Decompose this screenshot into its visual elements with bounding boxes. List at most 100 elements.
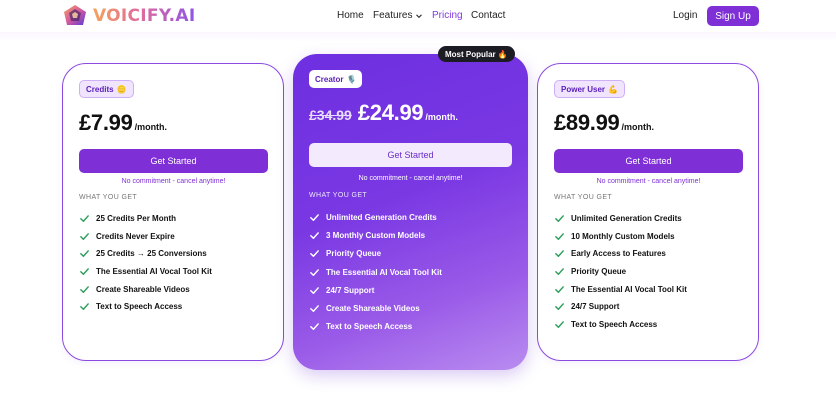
brand-name: VOICIFY.AI	[93, 6, 196, 26]
check-icon	[555, 268, 564, 276]
microphone-emoji: 🎙️	[346, 74, 357, 84]
plan-badge: Credits 🪙	[79, 80, 134, 98]
check-icon	[555, 303, 564, 311]
feature-item: 25 Credits → 25 Conversions	[79, 245, 212, 263]
feature-list: Unlimited Generation Credits 10 Monthly C…	[554, 210, 687, 333]
feature-label: Unlimited Generation Credits	[571, 214, 682, 224]
feature-item: 24/7 Support	[309, 281, 442, 299]
feature-item: 25 Credits Per Month	[79, 210, 212, 228]
feature-item: Priority Queue	[554, 263, 687, 281]
check-icon	[555, 233, 564, 240]
check-icon	[310, 323, 319, 331]
feature-label: The Essential AI Vocal Tool Kit	[96, 267, 212, 277]
nav-contact[interactable]: Contact	[471, 10, 505, 21]
price-row: £34.99 £24.99 /month.	[309, 100, 458, 126]
check-icon	[80, 268, 89, 276]
get-started-button[interactable]: Get Started	[309, 143, 512, 167]
nav-home[interactable]: Home	[337, 10, 364, 21]
feature-item: The Essential AI Vocal Tool Kit	[309, 263, 442, 281]
plan-badge: Power User 💪	[554, 80, 625, 98]
plan-period: /month.	[134, 122, 168, 132]
feature-item: The Essential AI Vocal Tool Kit	[554, 280, 687, 298]
chevron-down-icon	[416, 13, 423, 18]
feature-label: Text to Speech Access	[571, 319, 658, 329]
plan-badge: Creator 🎙️	[309, 70, 363, 88]
check-icon	[555, 285, 564, 293]
feature-list: 25 Credits Per Month Credits Never Expire…	[79, 210, 212, 316]
check-icon	[80, 215, 89, 223]
feature-item: Text to Speech Access	[79, 298, 212, 316]
check-icon	[310, 213, 319, 221]
plan-old-price: £34.99	[309, 107, 352, 123]
feature-label: The Essential AI Vocal Tool Kit	[326, 267, 442, 277]
features-heading: WHAT YOU GET	[554, 194, 613, 201]
plan-name: Credits	[86, 84, 114, 94]
plan-price: £24.99	[357, 100, 424, 125]
feature-item: 3 Monthly Custom Models	[309, 226, 442, 244]
header-divider	[0, 32, 836, 42]
plan-price: £89.99	[554, 110, 620, 135]
voicify-logo-icon	[64, 5, 86, 25]
feature-label: 3 Monthly Custom Models	[326, 230, 426, 240]
feature-label: Credits Never Expire	[96, 231, 175, 241]
feature-item: Text to Speech Access	[554, 316, 687, 334]
get-started-button[interactable]: Get Started	[79, 149, 268, 173]
feature-label: 25 Credits Per Month	[96, 214, 177, 224]
most-popular-label: Most Popular	[445, 49, 496, 59]
check-icon	[310, 305, 319, 313]
check-icon	[80, 285, 89, 293]
features-heading: WHAT YOU GET	[79, 194, 138, 201]
most-popular-badge: Most Popular 🔥	[438, 46, 515, 62]
get-started-button[interactable]: Get Started	[554, 149, 743, 173]
price-row: £7.99 /month.	[79, 110, 167, 136]
plan-period: /month.	[425, 112, 458, 122]
signup-button[interactable]: Sign Up	[707, 6, 759, 26]
check-icon	[555, 321, 564, 328]
no-commitment-note: No commitment - cancel anytime!	[596, 178, 701, 185]
site-header: VOICIFY.AI Home Features Pricing Contact…	[0, 0, 836, 36]
login-link[interactable]: Login	[673, 10, 697, 21]
price-row: £89.99 /month.	[554, 110, 654, 136]
feature-label: Create Shareable Videos	[326, 304, 420, 314]
feature-label: 24/7 Support	[326, 285, 375, 295]
feature-item: 24/7 Support	[554, 298, 687, 316]
check-icon	[80, 303, 89, 311]
feature-list: Unlimited Generation Credits 3 Monthly Cu…	[309, 208, 442, 336]
feature-label: 25 Credits → 25 Conversions	[96, 249, 207, 259]
brand-logo[interactable]: VOICIFY.AI	[63, 4, 196, 28]
feature-label: The Essential AI Vocal Tool Kit	[571, 284, 687, 294]
feature-item: Unlimited Generation Credits	[309, 208, 442, 226]
check-icon	[80, 250, 89, 258]
nav-features-label: Features	[373, 10, 413, 21]
no-commitment-note: No commitment - cancel anytime!	[358, 175, 463, 182]
feature-item: Unlimited Generation Credits	[554, 210, 687, 228]
feature-label: 24/7 Support	[571, 302, 620, 312]
feature-item: Text to Speech Access	[309, 318, 442, 336]
features-heading: WHAT YOU GET	[309, 192, 368, 199]
feature-item: Create Shareable Videos	[79, 280, 212, 298]
feature-label: Text to Speech Access	[96, 302, 183, 312]
feature-label: Create Shareable Videos	[96, 284, 190, 294]
flexed-biceps-emoji: 💪	[608, 84, 618, 94]
nav-pricing[interactable]: Pricing	[432, 10, 463, 21]
feature-item: Early Access to Features	[554, 245, 687, 263]
no-commitment-note: No commitment - cancel anytime!	[121, 178, 226, 185]
coin-emoji: 🪙	[116, 84, 127, 94]
plan-price: £7.99	[79, 110, 133, 135]
feature-label: Early Access to Features	[571, 249, 666, 259]
plan-card-power-user: Power User 💪 £89.99 /month. Get Started …	[537, 63, 759, 361]
check-icon	[555, 215, 564, 223]
plan-name: Power User	[561, 84, 606, 94]
check-icon	[310, 232, 319, 239]
nav-features[interactable]: Features	[373, 10, 423, 21]
feature-item: Credits Never Expire	[79, 228, 212, 246]
check-icon	[555, 250, 564, 258]
feature-item: The Essential AI Vocal Tool Kit	[79, 263, 212, 281]
check-icon	[80, 233, 89, 240]
plan-card-creator: Most Popular 🔥 Creator 🎙️ £34.99 £24.99 …	[293, 46, 528, 370]
feature-label: Text to Speech Access	[326, 322, 413, 332]
feature-label: 10 Monthly Custom Models	[571, 231, 675, 241]
feature-item: Create Shareable Videos	[309, 299, 442, 317]
check-icon	[310, 250, 319, 258]
check-icon	[310, 287, 319, 294]
